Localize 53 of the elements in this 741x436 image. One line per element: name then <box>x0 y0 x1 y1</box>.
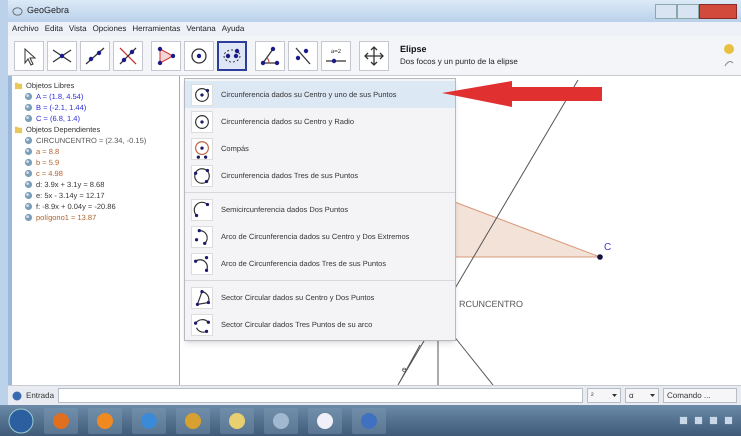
maximize-button[interactable] <box>677 4 699 18</box>
object-bullet-icon <box>24 191 33 200</box>
object-bullet-icon <box>24 114 33 123</box>
compass-icon <box>191 138 213 160</box>
input-field[interactable] <box>58 388 583 403</box>
point-label: C <box>604 241 612 255</box>
start-button-icon[interactable] <box>8 408 34 434</box>
input-label: Entrada <box>26 390 54 402</box>
folder-icon <box>14 81 23 90</box>
arc-icon <box>191 226 213 248</box>
command-dropdown[interactable]: Comando ... <box>663 388 737 403</box>
taskbar-app-icon[interactable] <box>264 408 298 434</box>
line-label: e <box>402 364 406 376</box>
taskbar-app-icon[interactable] <box>308 408 342 434</box>
tool-name: Elipse <box>400 42 428 56</box>
symbol-dropdown[interactable]: ² <box>587 388 621 403</box>
menu-item[interactable]: Ventana <box>186 23 216 35</box>
folder-icon <box>14 125 23 134</box>
sector-icon <box>191 314 213 336</box>
tool-button[interactable] <box>217 40 247 70</box>
arc-icon <box>191 252 213 274</box>
tool-description: Dos focos y un punto de la elipse <box>400 56 518 68</box>
object-bullet-icon <box>24 136 33 145</box>
menu-item[interactable]: Ayuda <box>222 23 244 35</box>
help-icon[interactable] <box>12 390 22 400</box>
caret-icon <box>650 394 655 397</box>
object-bullet-icon <box>24 147 33 156</box>
object-bullet-icon <box>24 202 33 211</box>
object-bullet-icon <box>24 213 33 222</box>
symbol-dropdown[interactable]: α <box>625 388 659 403</box>
circle-icon <box>191 164 213 186</box>
caret-icon <box>612 394 617 397</box>
window-title: GeoGebra <box>27 4 70 18</box>
sector-icon <box>191 286 213 308</box>
object-bullet-icon <box>24 180 33 189</box>
menu-item[interactable]: Edita <box>44 23 63 35</box>
object-bullet-icon <box>24 158 33 167</box>
object-bullet-icon <box>24 103 33 112</box>
app-logo-icon <box>12 6 23 16</box>
taskbar-app-icon[interactable] <box>176 408 210 434</box>
menu-item[interactable]: Herramientas <box>132 23 180 35</box>
menu-item[interactable]: Archivo <box>12 23 39 35</box>
move-icon <box>362 44 386 68</box>
arc-icon <box>191 198 213 220</box>
object-bullet-icon <box>24 92 33 101</box>
slider-icon <box>325 58 347 64</box>
point-label: RCUNCENTRO <box>459 298 523 311</box>
minimize-button[interactable] <box>655 4 677 18</box>
taskbar-app-icon[interactable] <box>220 408 254 434</box>
close-button[interactable] <box>699 4 737 18</box>
menu-item[interactable]: Vista <box>68 23 87 35</box>
menu-item[interactable]: Opciones <box>92 23 126 35</box>
object-bullet-icon <box>24 169 33 178</box>
